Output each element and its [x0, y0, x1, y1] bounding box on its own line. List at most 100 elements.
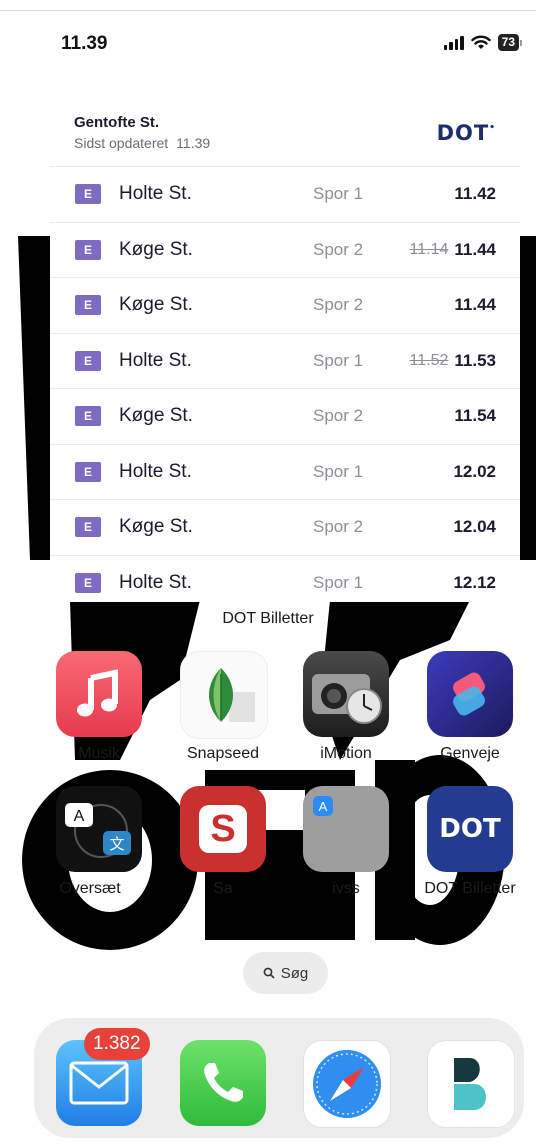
dot-billetter-app-icon[interactable]: DOT — [427, 786, 513, 872]
battery-level: 73 — [497, 34, 519, 51]
departure-list: E Holte St. Spor 1 11.42 E Køge St. Spor 2 11.1… — [50, 166, 520, 602]
departure-time: 11.54 — [454, 406, 496, 426]
departure-time: 11.44 — [454, 295, 496, 315]
departure-time: 12.02 — [453, 461, 496, 481]
app-store-icon: A — [313, 796, 333, 816]
mail-unread-badge: 1.382 — [84, 1028, 150, 1060]
line-badge: E — [75, 517, 101, 538]
departure-times: 11.54 — [454, 406, 496, 426]
destination: Holte St. — [119, 460, 192, 482]
departure-times: 11.14 11.44 — [410, 240, 496, 260]
departure-row[interactable]: E Holte St. Spor 1 11.42 — [50, 166, 520, 222]
widget-header: Gentofte St. Sidst opdateret 11.39 — [74, 114, 210, 151]
svg-text:文: 文 — [109, 835, 124, 853]
departure-row[interactable]: E Holte St. Spor 1 11.52 11.53 — [50, 332, 520, 389]
departure-time: 12.12 — [453, 572, 496, 592]
departure-times: 12.04 — [453, 517, 496, 537]
track: Spor 1 — [313, 184, 364, 204]
destination: Køge St. — [119, 238, 193, 260]
search-icon — [263, 967, 275, 979]
line-badge: E — [75, 572, 101, 593]
departure-time: 12.04 — [453, 517, 496, 537]
departure-times: 11.42 — [454, 184, 496, 204]
track: Spor 2 — [313, 406, 364, 426]
destination: Holte St. — [119, 183, 192, 205]
track: Spor 1 — [313, 350, 364, 370]
track: Spor 1 — [313, 572, 364, 592]
destination: Holte St. — [119, 349, 192, 371]
genveje-label: Genveje — [440, 745, 500, 762]
line-badge: E — [75, 239, 101, 260]
dot-logo: DOT• — [436, 121, 496, 145]
departure-times: 11.44 — [454, 295, 496, 315]
dot-logo-icon: DOT — [439, 814, 501, 844]
imotion-label: iMotion — [320, 745, 372, 762]
line-badge: E — [75, 184, 101, 205]
translate-icon: A 文 — [65, 803, 131, 858]
camera-clock-icon — [312, 674, 382, 724]
svg-text:A: A — [74, 808, 85, 825]
station-name: Gentofte St. — [74, 114, 159, 131]
safari-app-icon[interactable] — [303, 1040, 391, 1128]
s-letter-icon: S — [199, 805, 247, 853]
track: Spor 2 — [313, 517, 364, 537]
departure-row[interactable]: E Køge St. Spor 2 11.54 — [50, 388, 520, 444]
destination: Køge St. — [119, 516, 193, 538]
departure-row[interactable]: E Holte St. Spor 1 12.02 — [50, 443, 520, 500]
status-time: 11.39 — [61, 33, 108, 54]
snapseed-label: Snapseed — [186, 745, 260, 762]
widget-label: DOT Billetter — [222, 610, 314, 627]
leaf-icon — [209, 668, 255, 722]
departure-row[interactable]: E Køge St. Spor 2 12.04 — [50, 499, 520, 555]
departure-time: 11.42 — [454, 184, 496, 204]
destination: Holte St. — [119, 571, 192, 593]
destination: Køge St. — [119, 405, 193, 427]
line-badge: E — [75, 295, 101, 316]
departure-times: 11.52 11.53 — [410, 351, 496, 371]
shortcuts-icon — [453, 672, 485, 716]
sa-app-icon[interactable]: S — [180, 786, 266, 872]
b-app-icon[interactable] — [427, 1040, 515, 1128]
updated-label: Sidst opdateret — [74, 135, 169, 151]
track: Spor 2 — [313, 295, 364, 315]
b-logo-icon — [454, 1058, 486, 1110]
home-search-button[interactable]: Søg — [243, 952, 328, 994]
line-badge: E — [75, 406, 101, 427]
phone-app-icon[interactable] — [180, 1040, 266, 1126]
dot-billetter-label: DOT Billetter — [424, 880, 516, 897]
line-badge: E — [75, 461, 101, 482]
wifi-icon — [470, 35, 491, 49]
destination: Køge St. — [119, 294, 193, 316]
music-note-icon — [77, 669, 118, 717]
folder-app-icon[interactable]: A — [303, 786, 389, 872]
updated-time: 11.39 — [176, 135, 211, 151]
battery-icon: 73 — [497, 34, 522, 51]
departures-widget[interactable]: Gentofte St. Sidst opdateret 11.39 DOT• E… — [50, 100, 520, 602]
departure-row[interactable]: E Køge St. Spor 2 11.14 11.44 — [50, 221, 520, 278]
musik-label: Musik — [78, 745, 120, 762]
status-indicators: 73 — [443, 34, 522, 51]
departure-time: 11.44 — [454, 239, 496, 259]
musik-app-icon[interactable] — [56, 651, 142, 737]
genveje-app-icon[interactable] — [427, 651, 513, 737]
compass-icon — [313, 1050, 381, 1118]
departure-row[interactable]: E Holte St. Spor 1 12.12 — [50, 554, 520, 603]
track: Spor 1 — [313, 461, 364, 481]
search-label: Søg — [280, 964, 309, 982]
sa-label: Sa — [213, 880, 233, 897]
folder-label: ivss — [332, 880, 360, 897]
phone-icon — [204, 1063, 243, 1102]
oversaet-app-icon[interactable]: A 文 — [56, 786, 142, 872]
departure-time: 11.53 — [454, 350, 496, 370]
imotion-app-icon[interactable] — [303, 651, 389, 737]
last-updated: Sidst opdateret 11.39 — [74, 135, 210, 151]
scheduled-time: 11.52 — [409, 351, 449, 369]
top-divider — [0, 10, 536, 11]
departure-times: 12.12 — [453, 573, 496, 593]
departure-times: 12.02 — [453, 462, 496, 482]
snapseed-app-icon[interactable] — [180, 651, 268, 739]
departure-row[interactable]: E Køge St. Spor 2 11.44 — [50, 277, 520, 333]
track: Spor 2 — [313, 239, 364, 259]
scheduled-time: 11.14 — [409, 240, 449, 258]
line-badge: E — [75, 350, 101, 371]
